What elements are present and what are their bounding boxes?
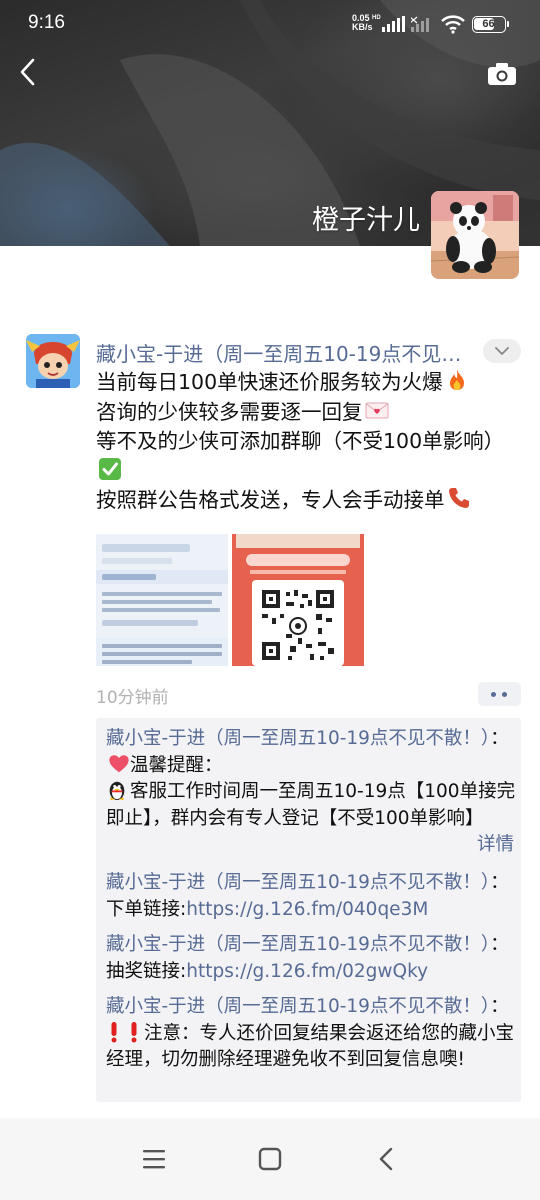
comment-item-1[interactable]: 藏小宝-于进（周一至周五10-19点不见不散！）： 温馨提醒： 客服工作时间周一至周… xyxy=(106,726,516,858)
post-body: 当前每日100单快速还价服务较为火爆 咨询的少侠较多需要逐一回复 等不及的少侠可… xyxy=(96,368,526,516)
home-button[interactable] xyxy=(250,1146,290,1174)
exclamation-icon xyxy=(111,1021,117,1042)
chat-screenshot-thumbnail xyxy=(96,534,228,666)
comment-item-2[interactable]: 藏小宝-于进（周一至周五10-19点不见不散！）： 下单链接:https://g.… xyxy=(106,870,516,923)
details-link[interactable]: 详情 xyxy=(477,832,514,859)
comment-author[interactable]: 藏小宝-于进（周一至周五10-19点不见不散！） xyxy=(106,934,490,955)
comment-text: 下单链接: xyxy=(106,898,187,920)
post-line-2-text: 咨询的少侠较多需要逐一回复 xyxy=(96,399,363,424)
comment-text: 注意：专人还价回复结果会返还给您的藏小宝经理，切勿删除经理避免收不到回复信息噢! xyxy=(106,1022,515,1071)
profile-name: 橙子汁儿 xyxy=(312,205,420,236)
net-speed-unit: KB/s xyxy=(352,22,373,32)
comment-author[interactable]: 藏小宝-于进（周一至周五10-19点不见不散！） xyxy=(106,996,490,1017)
system-navigation-bar xyxy=(0,1118,540,1200)
post-author-avatar[interactable] xyxy=(26,334,80,388)
signal-icon xyxy=(382,16,405,32)
comment-separator: ： xyxy=(490,728,509,749)
order-link[interactable]: https://g.126.fm/040qe3M xyxy=(186,899,428,920)
battery-icon: 66 xyxy=(472,16,506,33)
comment-author[interactable]: 藏小宝-于进（周一至周五10-19点不见不散！） xyxy=(106,728,490,749)
status-bar: 9:16 0.05 HD KB/s 66 xyxy=(0,0,540,48)
check-mark-icon xyxy=(99,457,121,480)
post-line-3: 等不及的少侠可添加群聊（不受100单影响） xyxy=(96,427,526,486)
comment-separator: ： xyxy=(490,872,509,893)
exclamation-icon xyxy=(131,1021,137,1042)
chevron-left-icon xyxy=(20,58,35,86)
chevron-down-icon xyxy=(495,347,509,355)
post-line-4: 按照群公告格式发送，专人会手动接单 xyxy=(96,486,526,516)
post-line-1: 当前每日100单快速还价服务较为火爆 xyxy=(96,368,526,398)
camera-icon xyxy=(488,63,516,85)
love-letter-icon xyxy=(365,402,388,418)
wifi-icon xyxy=(441,15,465,34)
post-image-2[interactable] xyxy=(232,534,364,666)
comment-text-heading: 温馨提醒： xyxy=(130,754,223,776)
post-image-1[interactable] xyxy=(96,534,228,666)
post-author-name[interactable]: 藏小宝-于进（周一至周五10-19点不见不散！） xyxy=(96,338,476,367)
heart-icon xyxy=(109,754,129,772)
comment-separator: ： xyxy=(490,934,509,955)
status-time: 9:16 xyxy=(28,12,65,33)
post-line-3-text: 等不及的少侠可添加群聊（不受100单影响） xyxy=(96,429,505,453)
post-line-1-text: 当前每日100单快速还价服务较为火爆 xyxy=(96,370,443,394)
post-line-2: 咨询的少侠较多需要逐一回复 xyxy=(96,398,526,428)
panda-avatar-image xyxy=(431,191,519,279)
penguin-icon xyxy=(109,781,125,801)
home-icon xyxy=(258,1147,282,1171)
profile-avatar[interactable] xyxy=(431,191,519,279)
comment-text-body: 客服工作时间周一至周五10-19点【100单接完即止】，群内会有专人登记【不受1… xyxy=(106,781,516,829)
comment-item-3[interactable]: 藏小宝-于进（周一至周五10-19点不见不散！）： 抽奖链接:https://g.… xyxy=(106,932,516,985)
back-button[interactable] xyxy=(14,56,42,88)
comment-separator: ： xyxy=(490,996,509,1017)
qr-poster-thumbnail xyxy=(232,534,364,666)
battery-tip xyxy=(507,21,509,27)
lottery-link[interactable]: https://g.126.fm/02gwQky xyxy=(186,961,428,982)
post-options-button[interactable] xyxy=(483,339,521,363)
comment-author[interactable]: 藏小宝-于进（周一至周五10-19点不见不散！） xyxy=(106,872,490,893)
fire-icon xyxy=(449,370,464,390)
post-line-4-text: 按照群公告格式发送，专人会手动接单 xyxy=(96,488,445,512)
more-dot-right xyxy=(502,692,507,697)
comment-item-4[interactable]: 藏小宝-于进（周一至周五10-19点不见不散！）： 注意：专人还价回复结果会返还给… xyxy=(106,994,516,1074)
like-comment-button[interactable] xyxy=(478,682,521,706)
menu-icon xyxy=(143,1150,165,1169)
net-hd-label: HD xyxy=(372,15,381,21)
signal-secondary-icon xyxy=(411,16,429,32)
system-back-button[interactable] xyxy=(366,1146,406,1174)
comments-panel: 藏小宝-于进（周一至周五10-19点不见不散！）：温馨提醒： 客服工作时间周一至周… xyxy=(96,718,521,1102)
game-character-avatar-image xyxy=(26,334,80,388)
telephone-icon xyxy=(448,488,469,508)
more-dot-left xyxy=(491,692,496,697)
battery-level: 66 xyxy=(482,18,495,30)
menu-button[interactable] xyxy=(134,1146,174,1174)
comment-text: 抽奖链接: xyxy=(106,960,187,982)
post-timestamp: 10分钟前 xyxy=(96,688,169,708)
network-speed: 0.05 HD KB/s xyxy=(352,14,381,32)
camera-button[interactable] xyxy=(486,60,518,88)
back-icon xyxy=(379,1147,393,1171)
